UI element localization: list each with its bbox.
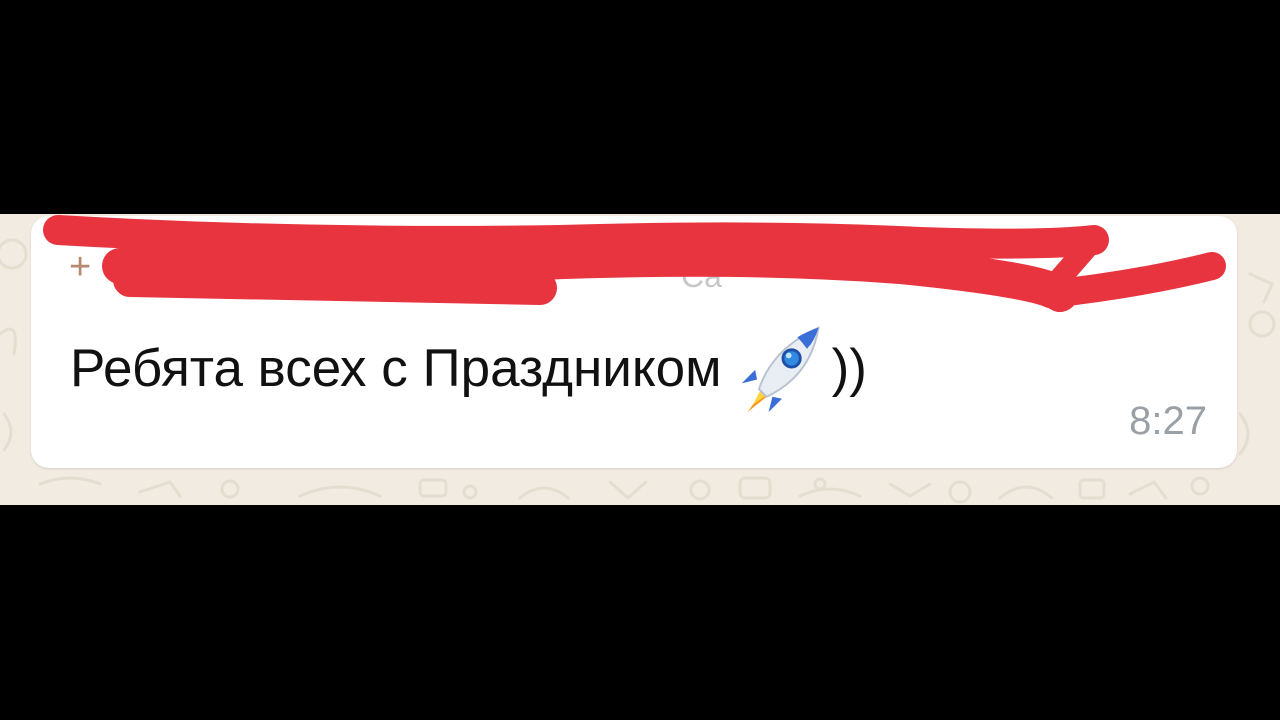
message-bubble[interactable]: + Ca Ребята всех с Праздником )) 8:27 bbox=[31, 216, 1237, 468]
message-body: Ребята всех с Праздником )) bbox=[70, 326, 867, 434]
sender-phone-prefix: + bbox=[69, 246, 92, 288]
chat-background: + Ca Ребята всех с Праздником )) 8:27 bbox=[0, 214, 1280, 505]
sender-name-partial: Ca bbox=[681, 258, 722, 294]
screenshot-frame: + Ca Ребята всех с Праздником )) 8:27 bbox=[0, 0, 1280, 720]
rocket-icon bbox=[741, 326, 820, 413]
message-text: Ребята всех с Праздником bbox=[70, 339, 722, 398]
message-timestamp: 8:27 bbox=[1129, 399, 1207, 443]
message-suffix: )) bbox=[831, 339, 867, 398]
